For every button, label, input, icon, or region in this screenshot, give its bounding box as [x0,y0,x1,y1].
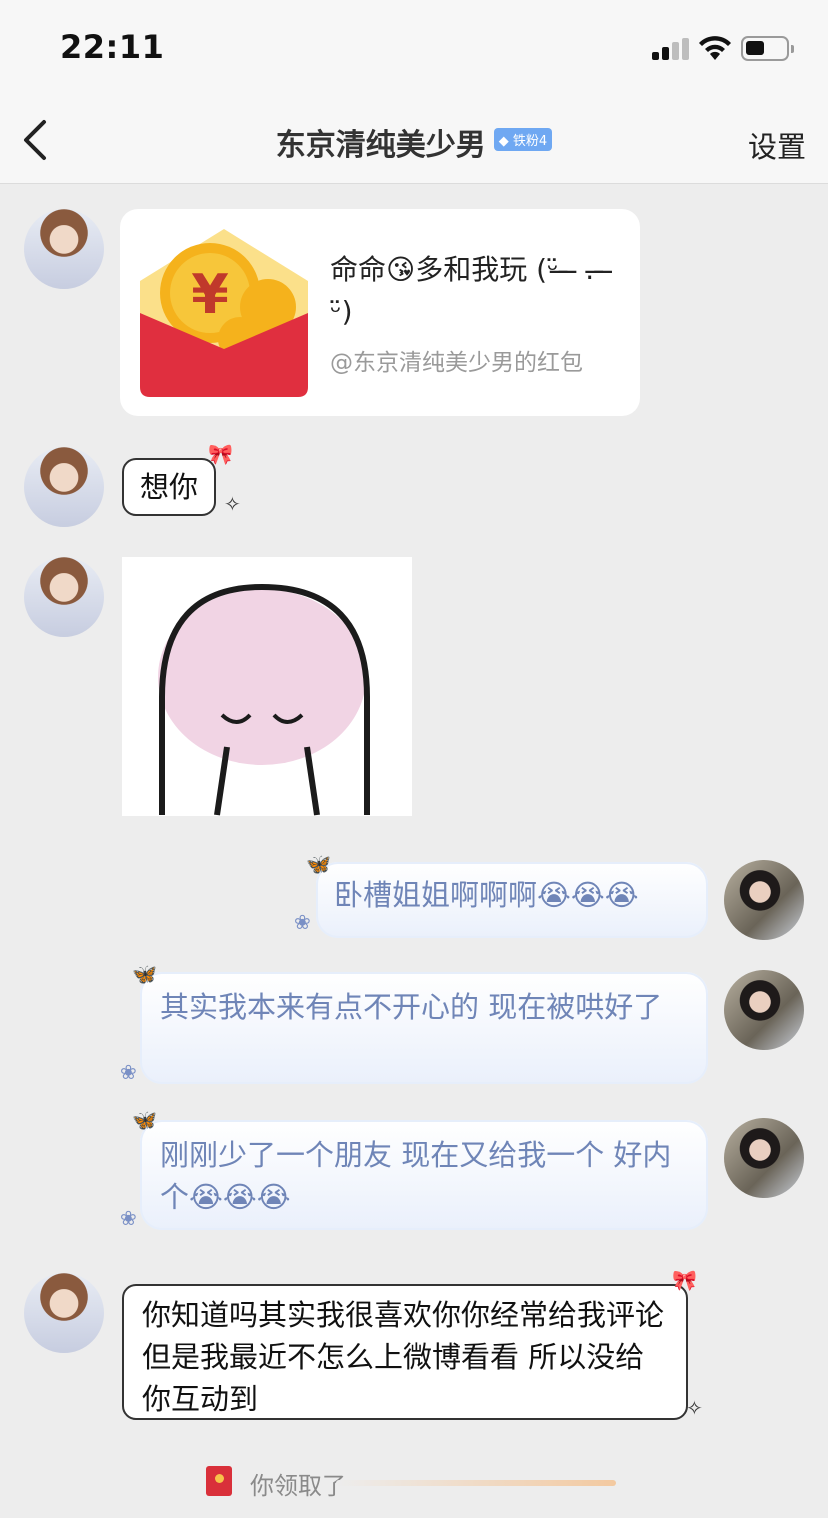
battery-icon [741,36,794,61]
sticker-image[interactable] [122,557,412,816]
svg-text:¥: ¥ [191,263,229,326]
bow-decoration-icon: 🎀 [672,1268,697,1292]
cellular-signal-icon [652,38,692,60]
red-envelope-icon [206,1466,232,1496]
self-avatar[interactable] [724,970,804,1050]
sticker-drawing [158,583,370,816]
sender-avatar[interactable] [24,447,104,527]
status-time: 22:11 [60,28,165,66]
fade-overlay [336,1480,616,1486]
message-bubble-right: 其实我本来有点不开心的 现在被哄好了 [140,972,708,1084]
butterfly-decoration-icon: 🦋 [306,852,331,876]
sender-avatar[interactable] [24,209,104,289]
red-packet-card[interactable]: ¥ 命命😘多和我玩 (ᵕ̈ ̶ ̶ . ̶ ̶ ᵕ̈) @东京清纯美少男的红包 [120,209,640,416]
flower-decoration-icon: ❀ [120,1060,137,1084]
message-bubble-right: 刚刚少了一个朋友 现在又给我一个 好内个😭😭😭 [140,1120,708,1230]
butterfly-decoration-icon: 🦋 [132,1108,157,1132]
self-avatar[interactable] [724,1118,804,1198]
chat-header: 东京清纯美少男 ◆ 铁粉4 设置 [0,96,828,184]
butterfly-decoration-icon: 🦋 [132,962,157,986]
sender-avatar[interactable] [24,1273,104,1353]
sparkle-decoration-icon: ✧ [224,492,241,516]
red-packet-icon: ¥ [140,229,308,397]
status-bar: 22:11 [0,0,828,96]
red-packet-sender: @东京清纯美少男的红包 [330,350,583,376]
settings-button[interactable]: 设置 [748,124,806,166]
bow-decoration-icon: 🎀 [208,442,233,466]
message-bubble-left: 想你 [122,458,217,516]
wifi-icon [699,36,731,60]
red-packet-message: 命命😘多和我玩 (ᵕ̈ ̶ ̶ . ̶ ̶ ᵕ̈) [330,253,612,328]
flower-decoration-icon: ❀ [294,910,311,934]
message-bubble-left: 你知道吗其实我很喜欢你你经常给我评论 但是我最近不怎么上微博看看 所以没给你互动… [122,1284,688,1420]
self-avatar[interactable] [724,860,804,940]
flower-decoration-icon: ❀ [120,1206,137,1230]
chat-title: 东京清纯美少男 [275,128,486,163]
message-bubble-right: 卧槽姐姐啊啊啊😭😭😭 [316,862,708,938]
sender-avatar[interactable] [24,557,104,637]
red-packet-claimed-notice: 你领取了 [206,1466,626,1500]
sparkle-decoration-icon: ✧ [686,1396,703,1420]
fan-level-badge: ◆ 铁粉4 [493,127,553,151]
